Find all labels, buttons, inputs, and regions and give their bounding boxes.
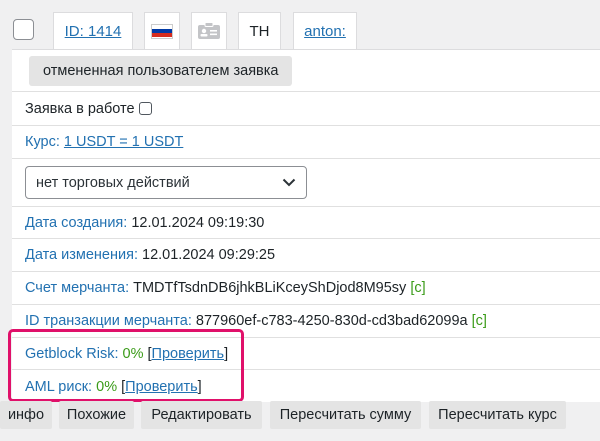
recalc-rate-button[interactable]: Пересчитать курс [429,401,566,429]
order-id-tab[interactable]: ID: 1414 [53,12,133,49]
getblock-risk-value: 0% [122,345,144,362]
rate-row: Курс: 1 USDT = 1 USDT [12,126,600,159]
aml-risk-row: AML риск: 0% [Проверить] [12,370,600,403]
created-value: 12.01.2024 09:19:30 [131,214,265,231]
order-details-panel: отмененная пользователем заявка Заявка в… [12,49,600,402]
order-id-link[interactable]: ID: 1414 [65,23,122,40]
bracket-close: ] [197,378,202,395]
aml-risk-label: AML риск: [25,378,93,395]
aml-risk-value: 0% [96,378,118,395]
copy-account-link[interactable]: [c] [410,280,425,296]
aml-check-link[interactable]: Проверить [125,379,198,395]
merchant-account-value: TMDTfTsdnDB6jhkBLiKceyShDjod8M95sy [133,280,407,296]
status-button[interactable]: отмененная пользователем заявка [29,55,293,86]
getblock-risk-row: Getblock Risk: 0% [Проверить] [12,338,600,370]
copy-tx-link[interactable]: [c] [472,313,487,329]
modified-value: 12.01.2024 09:29:25 [142,247,276,263]
rate-link[interactable]: 1 USDT = 1 USDT [64,134,183,150]
getblock-risk-label: Getblock Risk: [25,345,119,362]
rate-label: Курс: [25,134,60,150]
user-tab[interactable]: anton: [293,12,357,49]
th-label: TH [249,22,270,40]
created-label: Дата создания: [25,214,128,231]
getblock-check-link[interactable]: Проверить [152,346,225,362]
similar-button[interactable]: Похожие [59,401,134,429]
merchant-tx-row: ID транзакции мерчанта: 877960ef-c783-42… [12,305,600,338]
trade-select-row: нет торговых действий [12,159,600,207]
info-button[interactable]: инфо [0,401,52,429]
in-work-row: Заявка в работе [12,92,600,126]
merchant-account-row: Счет мерчанта: TMDTfTsdnDB6jhkBLiKceyShD… [12,272,600,305]
country-flag-tab [144,12,180,49]
status-row: отмененная пользователем заявка [12,50,600,92]
select-order-checkbox[interactable] [13,19,34,40]
in-work-label: Заявка в работе [25,100,135,117]
id-card-icon [198,22,220,39]
trade-select-value: нет торговых действий [36,174,190,191]
merchant-tx-value: 877960ef-c783-4250-830d-cd3bad62099a [195,313,468,329]
user-link[interactable]: anton: [304,23,346,40]
modified-label: Дата изменения: [25,247,138,263]
action-bar: инфо Похожие Редактировать Пересчитать с… [0,400,600,441]
recalc-sum-button[interactable]: Пересчитать сумму [270,401,421,429]
merchant-tx-label: ID транзакции мерчанта: [25,313,192,329]
edit-button[interactable]: Редактировать [141,401,262,429]
bracket-close: ] [224,345,229,362]
russia-flag-icon [151,23,173,39]
order-header: ID: 1414 TH anton: [0,0,600,49]
trade-action-select[interactable]: нет торговых действий [25,166,307,199]
in-work-checkbox[interactable] [138,102,152,115]
id-card-tab[interactable] [191,12,227,49]
modified-row: Дата изменения: 12.01.2024 09:29:25 [12,239,600,272]
th-tab[interactable]: TH [238,12,281,49]
chevron-down-icon [282,178,296,187]
merchant-account-label: Счет мерчанта: [25,280,130,296]
created-row: Дата создания: 12.01.2024 09:19:30 [12,207,600,239]
